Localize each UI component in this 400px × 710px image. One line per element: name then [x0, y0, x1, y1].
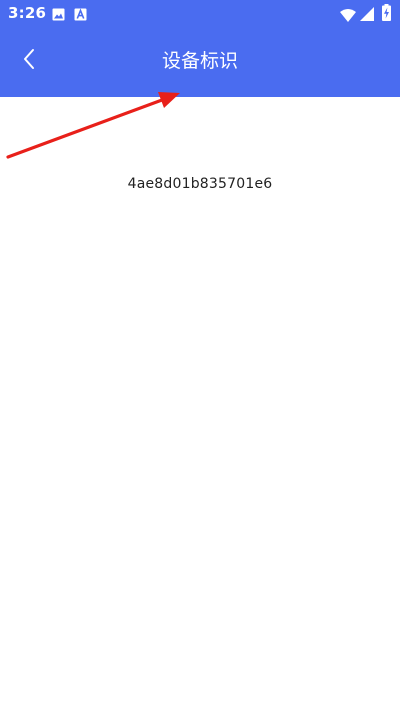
image-icon [52, 6, 65, 25]
device-id-screen: 3:26 设备标识 4ae8d01b835701e6 [0, 0, 400, 710]
page-title: 设备标识 [161, 50, 238, 72]
back-button[interactable] [10, 42, 48, 80]
app-bar: 设备标识 [0, 26, 400, 97]
device-id-value: 4ae8d01b835701e6 [127, 176, 273, 192]
a-letter-icon [74, 6, 87, 25]
chevron-left-icon [22, 48, 36, 74]
wifi-icon [340, 7, 356, 26]
signal-icon [360, 6, 374, 25]
annotation-arrow [6, 92, 180, 159]
status-bar: 3:26 [0, 0, 400, 26]
battery-charging-icon [382, 4, 391, 25]
status-time: 3:26 [8, 4, 47, 22]
